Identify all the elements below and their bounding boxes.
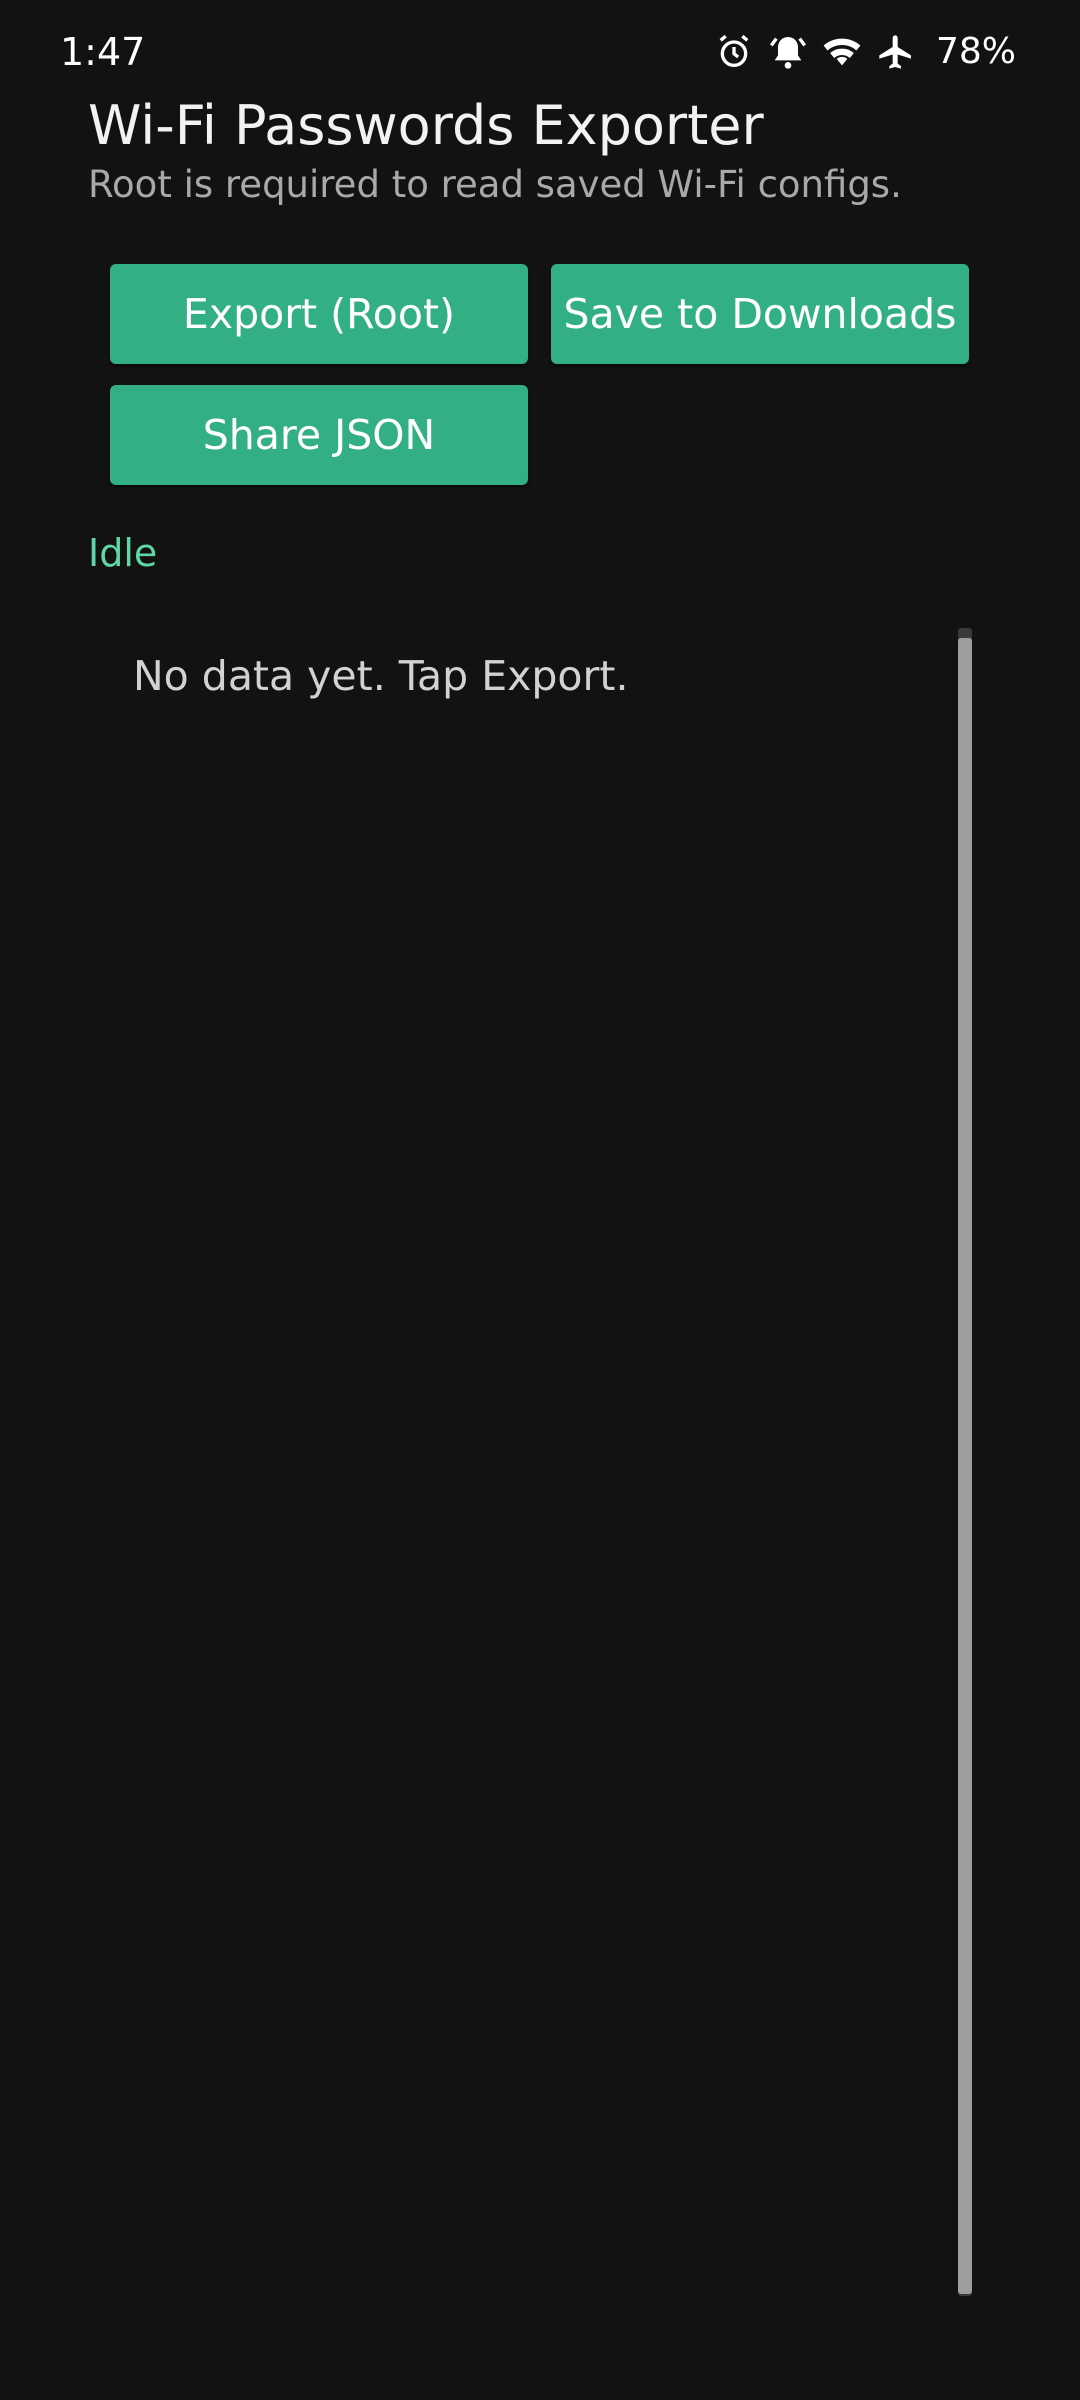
airplane-icon [876,32,916,72]
output-scroll-area[interactable]: No data yet. Tap Export. [88,628,978,2296]
scrollbar-thumb[interactable] [958,638,972,2294]
status-bar: 1:47 78% [0,0,1080,104]
wifi-icon [822,32,862,72]
battery-level: 78% [935,31,1016,72]
status-icons: 78% [714,26,1016,78]
share-json-button[interactable]: Share JSON [110,385,528,485]
save-to-downloads-button[interactable]: Save to Downloads [551,264,969,364]
page-title: Wi-Fi Passwords Exporter [88,94,764,157]
status-time: 1:47 [60,30,146,74]
page-subtitle: Root is required to read saved Wi-Fi con… [88,163,902,206]
status-text: Idle [88,531,158,575]
alarm-icon [714,32,754,72]
export-root-button[interactable]: Export (Root) [110,264,528,364]
output-text: No data yet. Tap Export. [133,652,629,700]
alarm-bell-icon [768,32,808,72]
